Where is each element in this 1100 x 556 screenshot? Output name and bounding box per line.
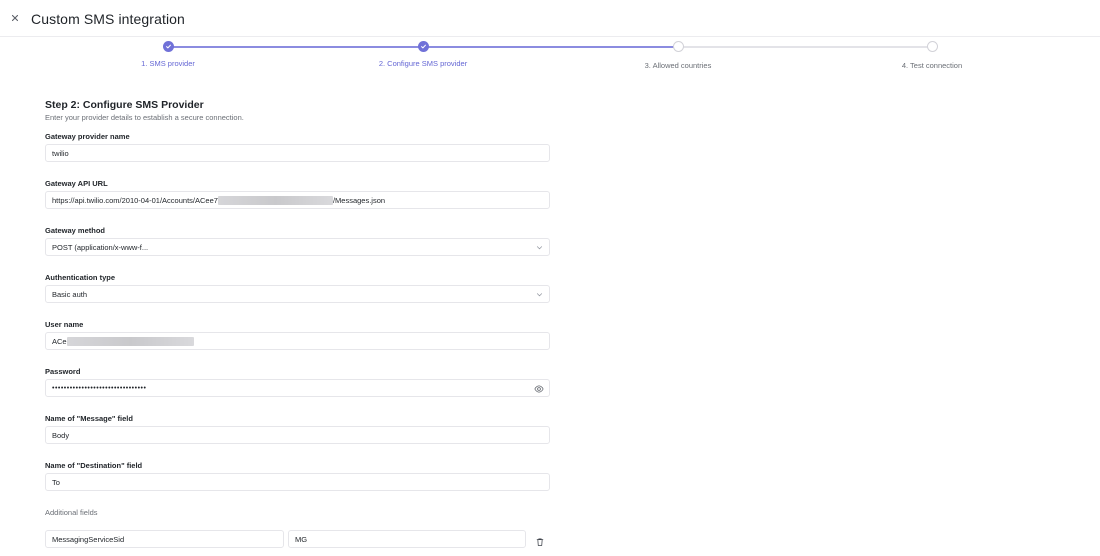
close-icon[interactable]: [9, 12, 21, 24]
check-icon: [165, 44, 171, 49]
gateway-url-input[interactable]: https://api.twilio.com/2010-04-01/Accoun…: [45, 191, 550, 209]
eye-icon[interactable]: [534, 384, 544, 394]
step-1-label[interactable]: 1. SMS provider: [141, 59, 195, 68]
user-name-label: User name: [45, 320, 84, 329]
password-input[interactable]: ••••••••••••••••••••••••••••••••: [45, 379, 550, 397]
stepper-track-1: [168, 46, 423, 48]
step-2-label[interactable]: 2. Configure SMS provider: [379, 59, 467, 68]
additional-field-value-prefix: MG: [295, 534, 308, 544]
destination-field-input[interactable]: To: [45, 473, 550, 491]
step-4-node[interactable]: [926, 41, 938, 52]
stepper-track-2: [423, 46, 678, 48]
gateway-method-value: POST (application/x-www-f...: [52, 242, 149, 252]
gateway-url-suffix: /Messages.json: [332, 195, 386, 205]
message-field-input[interactable]: Body: [45, 426, 550, 444]
password-label: Password: [45, 367, 81, 376]
gateway-name-label: Gateway provider name: [45, 132, 130, 141]
step-heading: Step 2: Configure SMS Provider Enter you…: [45, 99, 551, 122]
modal-header: Custom SMS integration: [0, 0, 1100, 37]
stepper-track-3: [678, 46, 932, 48]
progress-stepper: 1. SMS provider 2. Configure SMS provide…: [0, 38, 1100, 78]
password-value: ••••••••••••••••••••••••••••••••: [52, 384, 147, 392]
auth-type-select[interactable]: Basic auth: [45, 285, 550, 303]
user-name-input[interactable]: ACe: [45, 332, 550, 350]
step-3-label[interactable]: 3. Allowed countries: [645, 61, 712, 70]
destination-field-label: Name of "Destination" field: [45, 461, 143, 470]
auth-type-value: Basic auth: [52, 289, 88, 299]
chevron-down-icon: [536, 293, 543, 297]
additional-field-key: MessagingServiceSid: [52, 534, 125, 544]
gateway-method-select[interactable]: POST (application/x-www-f...: [45, 238, 550, 256]
step-title: Step 2: Configure SMS Provider: [45, 99, 204, 111]
gateway-name-input[interactable]: twilio: [45, 144, 550, 162]
check-icon: [420, 44, 426, 49]
gateway-url-label: Gateway API URL: [45, 179, 108, 188]
trash-icon[interactable]: [535, 534, 545, 552]
chevron-down-icon: [536, 246, 543, 250]
additional-field-value-input[interactable]: MG: [288, 530, 526, 548]
step-3-node[interactable]: [672, 41, 684, 52]
redacted-account-sid: [217, 195, 333, 205]
auth-type-label: Authentication type: [45, 273, 116, 282]
additional-fields-label: Additional fields: [45, 508, 98, 517]
additional-field-key-input[interactable]: MessagingServiceSid: [45, 530, 284, 548]
step-subtitle: Enter your provider details to establish…: [45, 113, 244, 122]
destination-field-value: To: [52, 477, 60, 487]
redacted-user-name: [66, 336, 194, 346]
message-field-value: Body: [52, 430, 70, 440]
step-2-node[interactable]: [417, 41, 429, 52]
step-4-label[interactable]: 4. Test connection: [902, 61, 962, 70]
user-name-prefix: ACe: [52, 336, 67, 346]
gateway-url-prefix: https://api.twilio.com/2010-04-01/Accoun…: [52, 195, 218, 205]
gateway-name-value: twilio: [52, 148, 69, 158]
step-1-node[interactable]: [162, 41, 174, 52]
message-field-label: Name of "Message" field: [45, 414, 133, 423]
gateway-method-label: Gateway method: [45, 226, 106, 235]
modal-title: Custom SMS integration: [31, 11, 185, 27]
